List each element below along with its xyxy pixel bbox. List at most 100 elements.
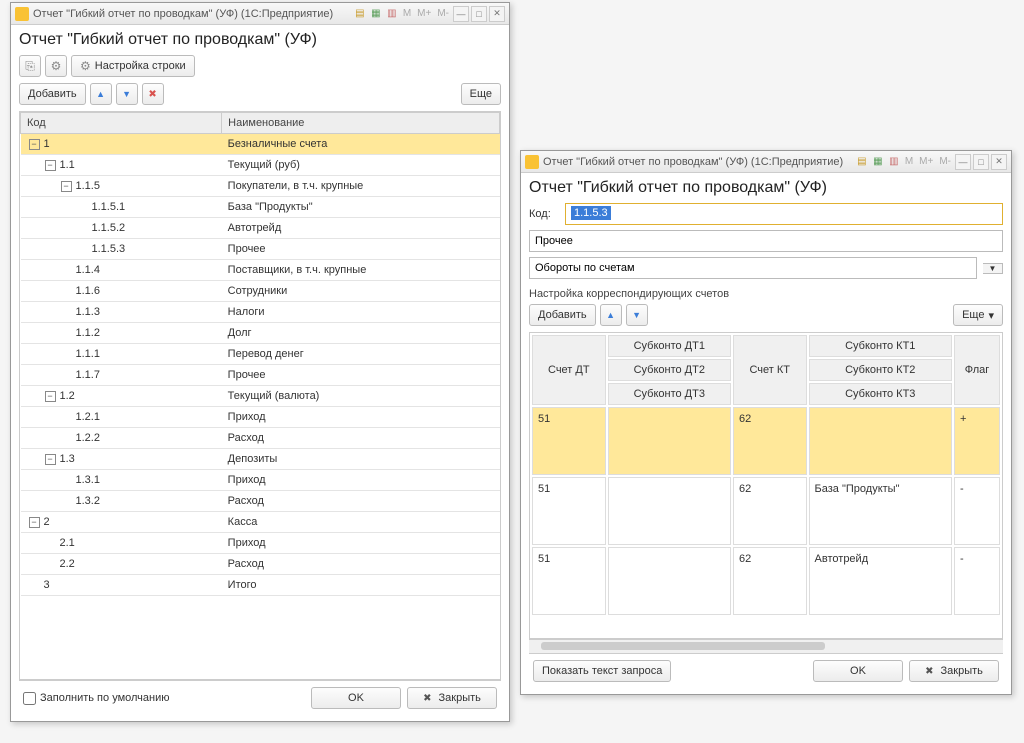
col-skt3[interactable]: Субконто КТ3 xyxy=(809,383,952,405)
close-button-footer[interactable]: Закрыть xyxy=(407,687,497,709)
table-row[interactable]: 1.3.2Расход xyxy=(21,491,500,512)
table-row[interactable]: 1.1.5.2Автотрейд xyxy=(21,218,500,239)
table-row[interactable]: −1.2Текущий (валюта) xyxy=(21,386,500,407)
row-code: 2 xyxy=(44,516,50,528)
table-row[interactable]: 1.1.5.3Прочее xyxy=(21,239,500,260)
tree-toggle-icon[interactable]: − xyxy=(45,454,56,465)
fill-default-checkbox[interactable]: Заполнить по умолчанию xyxy=(23,692,170,705)
table-row[interactable]: 1.2.1Приход xyxy=(21,407,500,428)
arrow-up-icon xyxy=(96,88,105,100)
close-button[interactable]: ✕ xyxy=(991,154,1007,170)
row-name: Расход xyxy=(222,428,500,449)
tree-toggle-icon[interactable]: − xyxy=(29,139,40,150)
table-row[interactable]: 1.1.1Перевод денег xyxy=(21,344,500,365)
row-code: 1.1.3 xyxy=(76,306,100,318)
table-row[interactable]: −1.3Депозиты xyxy=(21,449,500,470)
table-row[interactable]: 1.1.5.1База "Продукты" xyxy=(21,197,500,218)
table-row[interactable]: −2Касса xyxy=(21,512,500,533)
col-sdt2[interactable]: Субконто ДТ2 xyxy=(608,359,731,381)
col-name[interactable]: Наименование xyxy=(222,113,500,134)
mode-select[interactable] xyxy=(529,257,977,279)
add-button[interactable]: Добавить xyxy=(19,83,86,105)
m-minus-button[interactable]: M- xyxy=(937,156,953,167)
table-row[interactable]: 1.2.2Расход xyxy=(21,428,500,449)
row-settings-button[interactable]: Настройка строки xyxy=(71,55,195,77)
table-row[interactable]: 1.1.3 Налоги xyxy=(21,302,500,323)
name-input[interactable] xyxy=(529,230,1003,252)
m-plus-button[interactable]: M+ xyxy=(415,8,433,19)
titlebar[interactable]: Отчет "Гибкий отчет по проводкам" (УФ) (… xyxy=(521,151,1011,173)
table-row[interactable]: 1.3.1Приход xyxy=(21,470,500,491)
col-flag[interactable]: Флаг xyxy=(954,335,1000,405)
table-row[interactable]: 1.1.6Сотрудники xyxy=(21,281,500,302)
row-code: 2.2 xyxy=(60,558,75,570)
m-plus-button[interactable]: M+ xyxy=(917,156,935,167)
row-name: Депозиты xyxy=(222,449,500,470)
fill-default-input[interactable] xyxy=(23,692,36,705)
move-up-button[interactable] xyxy=(90,83,112,105)
calendar-icon[interactable]: ▦ xyxy=(369,7,383,21)
m-button[interactable]: M xyxy=(903,156,915,167)
m-minus-button[interactable]: M- xyxy=(435,8,451,19)
minimize-button[interactable]: — xyxy=(955,154,971,170)
move-down-button[interactable] xyxy=(116,83,138,105)
table-row[interactable]: 2.1Приход xyxy=(21,533,500,554)
accounts-table[interactable]: Счет ДТ Субконто ДТ1 Счет КТ Субконто КТ… xyxy=(529,332,1003,639)
config-button-2[interactable] xyxy=(45,55,67,77)
move-down-button[interactable] xyxy=(626,304,648,326)
col-dt[interactable]: Счет ДТ xyxy=(532,335,606,405)
ok-button[interactable]: OK xyxy=(813,660,903,682)
tree-toggle-icon[interactable]: − xyxy=(61,181,72,192)
page-icon[interactable]: ▤ xyxy=(855,155,869,169)
more-button[interactable]: Еще ▾ xyxy=(953,304,1003,326)
calendar-icon[interactable]: ▦ xyxy=(871,155,885,169)
col-code[interactable]: Код xyxy=(21,113,222,134)
close-button-footer[interactable]: Закрыть xyxy=(909,660,999,682)
show-query-button[interactable]: Показать текст запроса xyxy=(533,660,671,682)
move-up-button[interactable] xyxy=(600,304,622,326)
col-skt2[interactable]: Субконто КТ2 xyxy=(809,359,952,381)
table-row[interactable]: 5162+ xyxy=(532,407,1000,475)
col-sdt3[interactable]: Субконто ДТ3 xyxy=(608,383,731,405)
cell-flag: - xyxy=(954,477,1000,545)
add-button[interactable]: Добавить xyxy=(529,304,596,326)
table-row[interactable]: −1Безналичные счета xyxy=(21,134,500,155)
tree-toggle-icon[interactable]: − xyxy=(45,160,56,171)
window-report-detail: Отчет "Гибкий отчет по проводкам" (УФ) (… xyxy=(520,150,1012,695)
table-row[interactable]: 3Итого xyxy=(21,575,500,596)
col-skt1[interactable]: Субконто КТ1 xyxy=(809,335,952,357)
minimize-button[interactable]: — xyxy=(453,6,469,22)
dropdown-toggle[interactable]: ▼ xyxy=(983,263,1003,274)
close-button[interactable]: ✕ xyxy=(489,6,505,22)
ok-button[interactable]: OK xyxy=(311,687,401,709)
more-button[interactable]: Еще xyxy=(461,83,501,105)
table-row[interactable]: 5162Автотрейд- xyxy=(532,547,1000,615)
calc-icon[interactable]: ▥ xyxy=(385,7,399,21)
page-icon[interactable]: ▤ xyxy=(353,7,367,21)
titlebar[interactable]: Отчет "Гибкий отчет по проводкам" (УФ) (… xyxy=(11,3,509,25)
col-kt[interactable]: Счет КТ xyxy=(733,335,807,405)
maximize-button[interactable]: □ xyxy=(471,6,487,22)
config-button-1[interactable] xyxy=(19,55,41,77)
table-row[interactable]: 5162База "Продукты"- xyxy=(532,477,1000,545)
arrow-up-icon xyxy=(606,309,615,321)
tree-toggle-icon[interactable]: − xyxy=(45,391,56,402)
calc-icon[interactable]: ▥ xyxy=(887,155,901,169)
cell-kt: 62 xyxy=(733,477,807,545)
table-row[interactable]: −1.1Текущий (руб) xyxy=(21,155,500,176)
table-row[interactable]: 1.1.2Долг xyxy=(21,323,500,344)
table-row[interactable]: 1.1.4Поставщики, в т.ч. крупные xyxy=(21,260,500,281)
table-row[interactable]: 2.2Расход xyxy=(21,554,500,575)
table-row[interactable]: −1.1.5Покупатели, в т.ч. крупные xyxy=(21,176,500,197)
tree-table[interactable]: Код Наименование −1Безналичные счета−1.1… xyxy=(19,111,501,680)
horizontal-scrollbar[interactable] xyxy=(529,639,1003,653)
cell-dt: 51 xyxy=(532,547,606,615)
tree-toggle-icon[interactable]: − xyxy=(29,517,40,528)
delete-button[interactable] xyxy=(142,83,164,105)
table-row[interactable]: 1.1.7Прочее xyxy=(21,365,500,386)
m-button[interactable]: M xyxy=(401,8,413,19)
row-name: Налоги xyxy=(222,302,500,323)
col-sdt1[interactable]: Субконто ДТ1 xyxy=(608,335,731,357)
code-input[interactable]: 1.1.5.3 xyxy=(565,203,1003,225)
maximize-button[interactable]: □ xyxy=(973,154,989,170)
